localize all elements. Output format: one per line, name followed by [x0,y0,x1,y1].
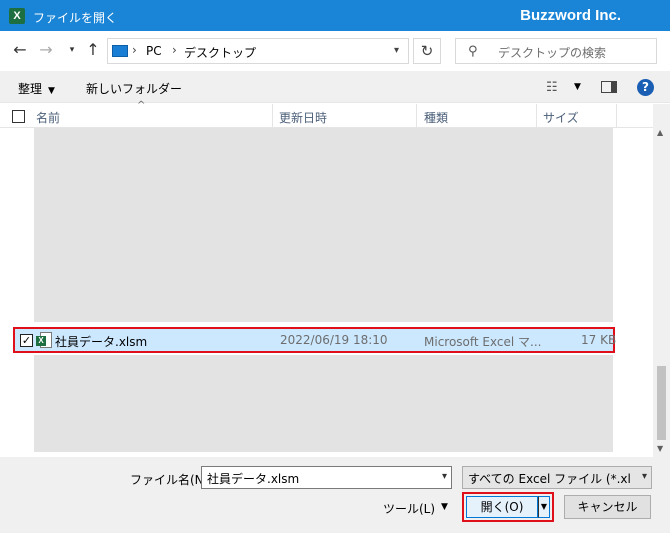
filename-value: 社員データ.xlsm [207,472,300,486]
filename-dropdown-chevron-icon[interactable]: ▾ [442,471,447,482]
file-type-filter-value: すべての Excel ファイル (*.xl*;*.xlsx [468,472,630,486]
filter-chevron-down-icon: ▾ [641,471,647,482]
open-button[interactable]: 開く(O) [466,496,538,518]
title-bar: X ファイルを開く Buzzword Inc. [0,0,670,31]
navigation-bar: ← → ▾ ↑ › PC › デスクトップ ▾ ↻ ⚲ デスクトップの検索 [0,31,670,71]
organize-menu[interactable]: 整理 ▼ [18,80,55,97]
forward-arrow-icon[interactable]: → [36,40,56,60]
command-bar: 整理 ▼ 新しいフォルダー ☷ ▼ ? [0,71,670,103]
search-box[interactable]: ⚲ デスクトップの検索 [455,38,657,64]
file-type: Microsoft Excel マ... [424,335,542,349]
brand-label: Buzzword Inc. [520,7,621,24]
new-folder-button[interactable]: 新しいフォルダー [86,80,182,97]
column-name[interactable]: 名前 [36,109,60,126]
open-button-highlight: 開く(O) ▼ [462,492,554,522]
column-divider[interactable] [272,104,273,128]
scroll-down-icon[interactable]: ▼ [657,444,663,453]
search-placeholder: デスクトップの検索 [498,46,607,60]
sort-ascending-icon: ^ [137,100,146,111]
address-dropdown-chevron-icon[interactable]: ▾ [385,38,409,64]
scroll-up-icon[interactable]: ▲ [657,128,663,137]
file-list[interactable]: ✓ X 社員データ.xlsm 2022/06/19 18:10 Microsof… [0,128,653,457]
list-placeholder-area [34,128,613,322]
select-all-checkbox[interactable] [12,110,25,123]
file-row[interactable]: ✓ X 社員データ.xlsm 2022/06/19 18:10 Microsof… [13,327,617,353]
breadcrumb-separator-icon: › [132,43,137,57]
column-size[interactable]: サイズ [543,109,579,126]
column-modified[interactable]: 更新日時 [279,109,327,126]
help-icon[interactable]: ? [637,79,654,96]
excel-file-icon: X [36,332,53,349]
chevron-down-icon: ▼ [48,86,55,96]
tools-menu[interactable]: ツール(L) [383,500,435,517]
recent-locations-chevron-icon[interactable]: ▾ [62,40,82,60]
view-options-icon[interactable]: ☷ [546,80,558,95]
back-arrow-icon[interactable]: ← [10,40,30,60]
search-icon: ⚲ [468,44,478,59]
preview-pane-icon[interactable] [601,81,617,93]
address-bar[interactable]: › PC › デスクトップ [107,38,409,64]
excel-icon: X [9,8,25,24]
row-checkbox[interactable]: ✓ [20,334,33,347]
refresh-icon[interactable]: ↻ [413,38,441,64]
file-size: 17 KB [581,333,617,347]
file-name: 社員データ.xlsm [55,335,148,349]
cancel-button[interactable]: キャンセル [564,495,651,519]
column-divider[interactable] [416,104,417,128]
window-title: ファイルを開く [33,11,118,25]
tools-chevron-down-icon[interactable]: ▼ [441,502,448,512]
view-chevron-down-icon[interactable]: ▼ [574,82,581,92]
breadcrumb-pc[interactable]: PC [146,44,162,58]
organize-label: 整理 [18,82,43,96]
column-divider[interactable] [536,104,537,128]
column-header-row: ^ 名前 更新日時 種類 サイズ [0,100,653,128]
filename-input[interactable]: 社員データ.xlsm ▾ [201,466,452,489]
column-type[interactable]: 種類 [424,109,448,126]
vertical-scrollbar[interactable]: ▲ ▼ [653,104,670,457]
file-type-filter-select[interactable]: すべての Excel ファイル (*.xl*;*.xlsx ▾ [462,466,652,489]
open-dropdown-chevron-icon[interactable]: ▼ [538,496,550,518]
list-placeholder-area [34,355,613,452]
monitor-icon [112,45,128,57]
file-modified: 2022/06/19 18:10 [280,333,388,347]
breadcrumb-desktop[interactable]: デスクトップ [184,44,256,61]
breadcrumb-separator-icon: › [172,43,177,57]
dialog-footer: ファイル名(N): 社員データ.xlsm ▾ すべての Excel ファイル (… [0,457,670,533]
scroll-thumb[interactable] [657,366,666,440]
up-arrow-icon[interactable]: ↑ [83,40,103,60]
column-divider[interactable] [616,104,617,128]
